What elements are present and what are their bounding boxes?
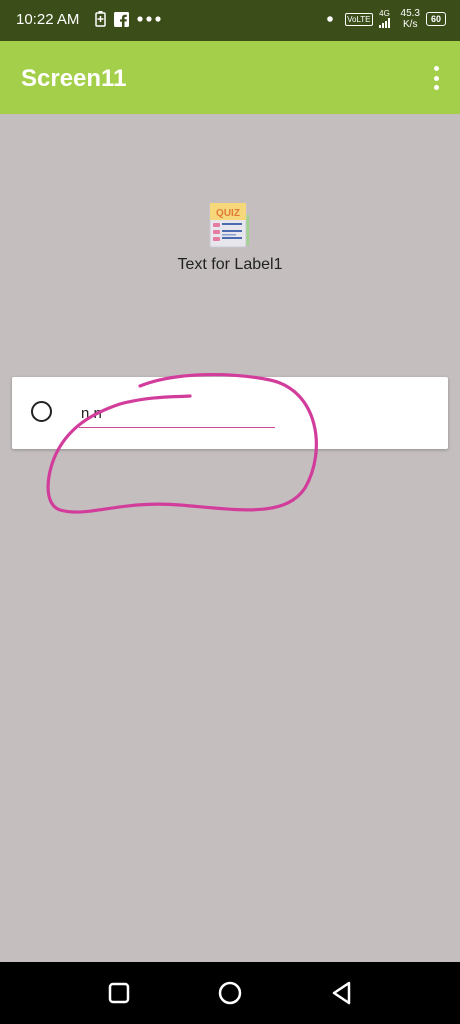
home-button[interactable]	[215, 978, 245, 1008]
notification-dot-icon	[327, 16, 333, 22]
volte-badge: VoLTE	[345, 12, 373, 26]
back-button[interactable]	[327, 978, 357, 1008]
app-bar: Screen11	[0, 41, 460, 114]
signal-icon	[378, 18, 390, 28]
option-card	[12, 377, 448, 449]
network-speed: 45.3 K/s	[401, 8, 420, 30]
more-notifications-icon	[137, 16, 161, 22]
battery-icon: 60	[425, 12, 446, 26]
label1: Text for Label1	[177, 256, 283, 273]
recents-button[interactable]	[104, 978, 134, 1008]
status-right-icons: VoLTE 4G 45.3 K/s 60	[325, 8, 446, 30]
page-title: Screen11	[21, 65, 127, 92]
net-type: 4G	[379, 9, 390, 18]
quiz-icon: QUIZ	[209, 203, 249, 248]
navigation-bar	[0, 962, 460, 1024]
svg-text:QUIZ: QUIZ	[216, 208, 240, 219]
more-vert-icon[interactable]	[432, 66, 440, 90]
battery-saver-icon	[95, 11, 106, 27]
status-time: 10:22 AM	[16, 11, 80, 28]
facebook-icon	[114, 11, 129, 27]
screen-content: QUIZ Text for Label1	[0, 114, 460, 962]
status-bar: 10:22 AM VoLTE 4G 45.3 K/s 60	[0, 0, 460, 41]
signal-indicator: 4G	[378, 9, 391, 28]
notification-icons	[95, 11, 161, 27]
radio-button[interactable]	[31, 401, 52, 422]
network-speed-unit: K/s	[403, 19, 418, 30]
option-text-input[interactable]	[79, 399, 275, 428]
network-speed-value: 45.3	[400, 8, 420, 19]
